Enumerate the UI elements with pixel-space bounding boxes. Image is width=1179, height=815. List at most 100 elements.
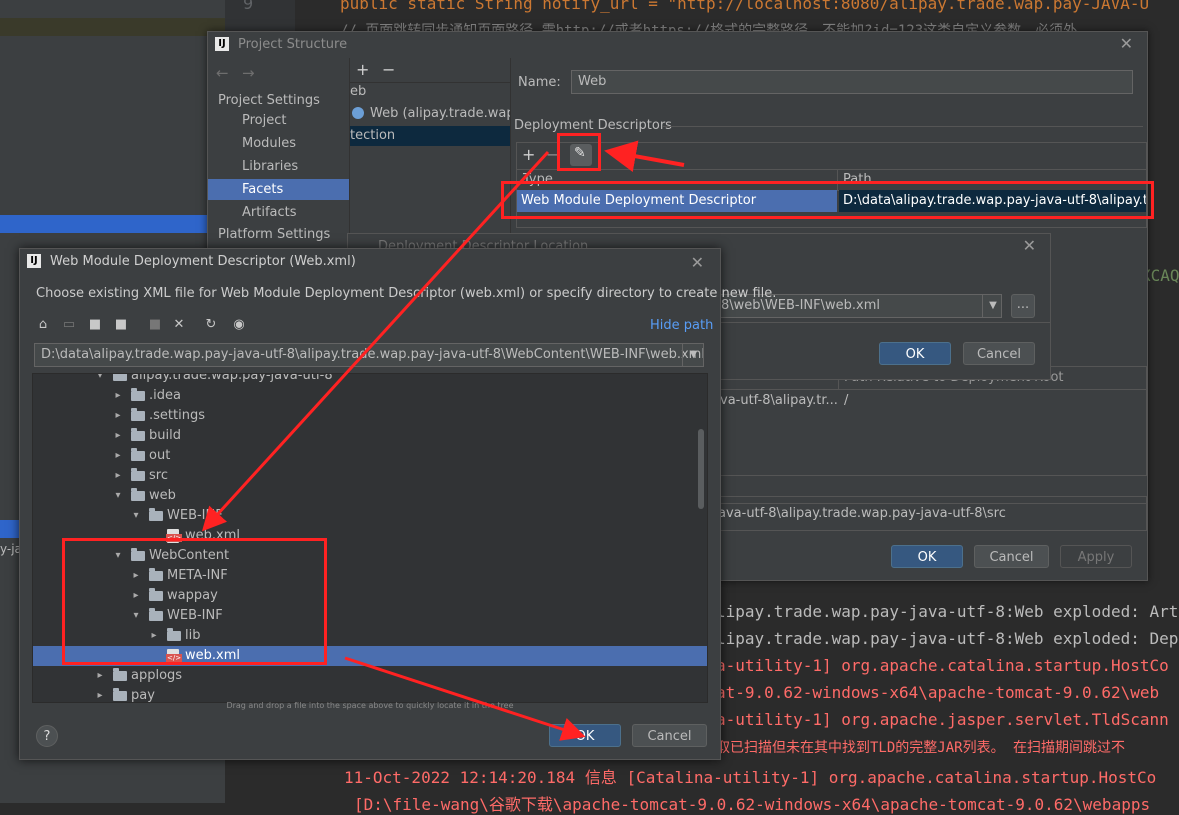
chevron-right-icon[interactable]: ▸ bbox=[113, 466, 123, 486]
close-icon[interactable]: ✕ bbox=[1120, 34, 1133, 53]
apply-button[interactable]: Apply bbox=[1060, 545, 1132, 568]
folder-icon bbox=[131, 488, 145, 501]
add-facet-button[interactable]: + bbox=[356, 60, 369, 79]
chevron-down-icon[interactable]: ▾ bbox=[113, 486, 123, 506]
hide-path-link[interactable]: Hide path bbox=[650, 318, 713, 333]
tree-row[interactable]: ▸ src bbox=[33, 466, 707, 486]
dropdown-arrow-icon[interactable]: ▼ bbox=[682, 344, 704, 366]
facet-item-web[interactable]: Web (alipay.trade.wap.p bbox=[350, 104, 510, 124]
cancel-button[interactable]: Cancel bbox=[963, 342, 1035, 365]
tree-row[interactable]: ▾ alipay.trade.wap.pay-java-utf-8 bbox=[33, 373, 707, 386]
chevron-down-icon[interactable]: ▾ bbox=[131, 606, 141, 626]
chevron-down-icon[interactable]: ▾ bbox=[131, 506, 141, 526]
ok-button[interactable]: OK bbox=[891, 545, 963, 568]
tree-row[interactable]: ▾ WEB-INF bbox=[33, 506, 707, 526]
type-column-header: Type bbox=[523, 172, 553, 187]
chevron-down-icon[interactable]: ▾ bbox=[113, 546, 123, 566]
tree-row[interactable]: web.xml bbox=[33, 526, 707, 546]
dropdown-arrow-icon[interactable]: ▼ bbox=[982, 294, 1003, 318]
cancel-button[interactable]: Cancel bbox=[974, 545, 1049, 568]
tree-row[interactable]: ▾ WebContent bbox=[33, 546, 707, 566]
dialog-title: Web Module Deployment Descriptor (Web.xm… bbox=[50, 254, 356, 269]
intellij-logo-icon: IJ bbox=[215, 37, 229, 51]
nav-item-facets[interactable]: Facets bbox=[208, 179, 349, 200]
detection-item[interactable]: tection bbox=[350, 126, 510, 146]
dialog-title-bar[interactable]: IJ Project Structure ✕ bbox=[208, 32, 1147, 58]
console-line: a-utility-1] org.apache.catalina.startup… bbox=[716, 656, 1169, 675]
tree-row[interactable]: web.xml bbox=[33, 646, 707, 666]
tree-row[interactable]: ▸ out bbox=[33, 446, 707, 466]
home-icon[interactable]: ⌂ bbox=[34, 316, 52, 334]
console-line: 11-Oct-2022 12:14:20.184 信息 [Catalina-ut… bbox=[344, 768, 1157, 787]
chevron-right-icon[interactable]: ▸ bbox=[113, 446, 123, 466]
nav-item-libraries[interactable]: Libraries bbox=[208, 156, 349, 177]
tree-row[interactable]: ▸ applogs bbox=[33, 666, 707, 686]
desktop-icon[interactable]: ▭ bbox=[60, 316, 78, 334]
selected-row bbox=[0, 520, 20, 538]
folder-icon bbox=[113, 688, 127, 701]
dialog-title-bar[interactable]: IJ Web Module Deployment Descriptor (Web… bbox=[20, 249, 720, 275]
chevron-right-icon[interactable]: ▸ bbox=[131, 566, 141, 586]
deployment-descriptors-label: Deployment Descriptors bbox=[514, 118, 672, 133]
tree-row[interactable]: ▸ .idea bbox=[33, 386, 707, 406]
tree-row[interactable]: ▸ wappay bbox=[33, 586, 707, 606]
tree-row-label: web bbox=[149, 488, 176, 503]
tree-row-label: src bbox=[149, 468, 168, 483]
chevron-right-icon[interactable]: ▸ bbox=[95, 666, 105, 686]
tree-row[interactable]: ▾ WEB-INF bbox=[33, 606, 707, 626]
show-hidden-icon[interactable]: ◉ bbox=[230, 316, 248, 334]
chevron-right-icon[interactable]: ▸ bbox=[149, 626, 159, 646]
tree-row[interactable]: ▾ web bbox=[33, 486, 707, 506]
forward-arrow-icon[interactable]: → bbox=[242, 64, 255, 82]
add-descriptor-button[interactable]: + bbox=[522, 145, 535, 164]
remove-descriptor-button[interactable]: − bbox=[546, 145, 559, 164]
descriptor-type-cell: Web Module Deployment Descriptor bbox=[517, 190, 837, 212]
table-row[interactable]: va-utf-8\alipay.tr... / bbox=[712, 391, 1146, 411]
chevron-right-icon[interactable]: ▸ bbox=[113, 426, 123, 446]
file-path-input[interactable]: D:\data\alipay.trade.wap.pay-java-utf-8\… bbox=[34, 343, 704, 367]
dialog-description: Choose existing XML file for Web Module … bbox=[36, 286, 777, 301]
tree-row-label: alipay.trade.wap.pay-java-utf-8 bbox=[131, 373, 333, 383]
tree-row[interactable]: ▸ META-INF bbox=[33, 566, 707, 586]
tree-row-label: wappay bbox=[167, 588, 218, 603]
close-icon[interactable]: ✕ bbox=[1023, 236, 1036, 255]
browse-button[interactable]: ... bbox=[1011, 294, 1035, 318]
console-line: lipay.trade.wap.pay-java-utf-8:Web explo… bbox=[716, 602, 1179, 621]
tree-row[interactable]: ▸ build bbox=[33, 426, 707, 446]
edit-descriptor-button[interactable]: ✎ bbox=[570, 144, 592, 166]
xml-file-icon bbox=[166, 529, 183, 543]
file-tree[interactable]: ▾ alipay.trade.wap.pay-java-utf-8 ▸ .idea ▸.… bbox=[32, 373, 708, 703]
web-roots-table: Path Relative to Deployment Root va-utf-… bbox=[711, 366, 1147, 476]
close-icon[interactable]: ✕ bbox=[691, 253, 704, 272]
table-row[interactable]: Web Module Deployment Descriptor D:\data… bbox=[517, 190, 1146, 212]
cancel-button[interactable]: Cancel bbox=[632, 724, 707, 747]
refresh-icon[interactable]: ↻ bbox=[202, 316, 220, 334]
folder-icon bbox=[113, 374, 127, 381]
tree-row-label: web.xml bbox=[185, 528, 240, 543]
tree-scrollbar[interactable] bbox=[698, 429, 704, 509]
tree-row-label: .settings bbox=[149, 408, 205, 423]
chevron-right-icon[interactable]: ▸ bbox=[113, 386, 123, 406]
project-folder-icon[interactable]: ■ bbox=[86, 316, 104, 334]
ok-button[interactable]: OK bbox=[879, 342, 951, 365]
new-folder-icon[interactable]: ■ bbox=[146, 316, 164, 334]
nav-item-modules[interactable]: Modules bbox=[208, 133, 349, 154]
ok-button[interactable]: OK bbox=[549, 724, 621, 747]
nav-item-project[interactable]: Project bbox=[208, 110, 349, 131]
folder-icon bbox=[149, 588, 163, 601]
web-root-rel-cell: / bbox=[844, 393, 849, 408]
tree-row[interactable]: ▸ .settings bbox=[33, 406, 707, 426]
module-folder-icon[interactable]: ■ bbox=[112, 316, 130, 334]
chevron-right-icon[interactable]: ▸ bbox=[113, 406, 123, 426]
source-root-cell[interactable]: ava-utf-8\alipay.trade.wap.pay-java-utf-… bbox=[718, 506, 1006, 521]
facet-name-input[interactable]: Web bbox=[571, 70, 1133, 94]
chevron-right-icon[interactable]: ▸ bbox=[131, 586, 141, 606]
help-button[interactable]: ? bbox=[36, 725, 58, 747]
tree-row[interactable]: ▸ lib bbox=[33, 626, 707, 646]
chevron-down-icon[interactable]: ▾ bbox=[95, 374, 105, 386]
delete-icon[interactable]: ✕ bbox=[170, 316, 188, 334]
remove-facet-button[interactable]: − bbox=[382, 60, 395, 79]
back-arrow-icon[interactable]: ← bbox=[216, 64, 229, 82]
folder-icon bbox=[131, 548, 145, 561]
nav-item-artifacts[interactable]: Artifacts bbox=[208, 202, 349, 223]
